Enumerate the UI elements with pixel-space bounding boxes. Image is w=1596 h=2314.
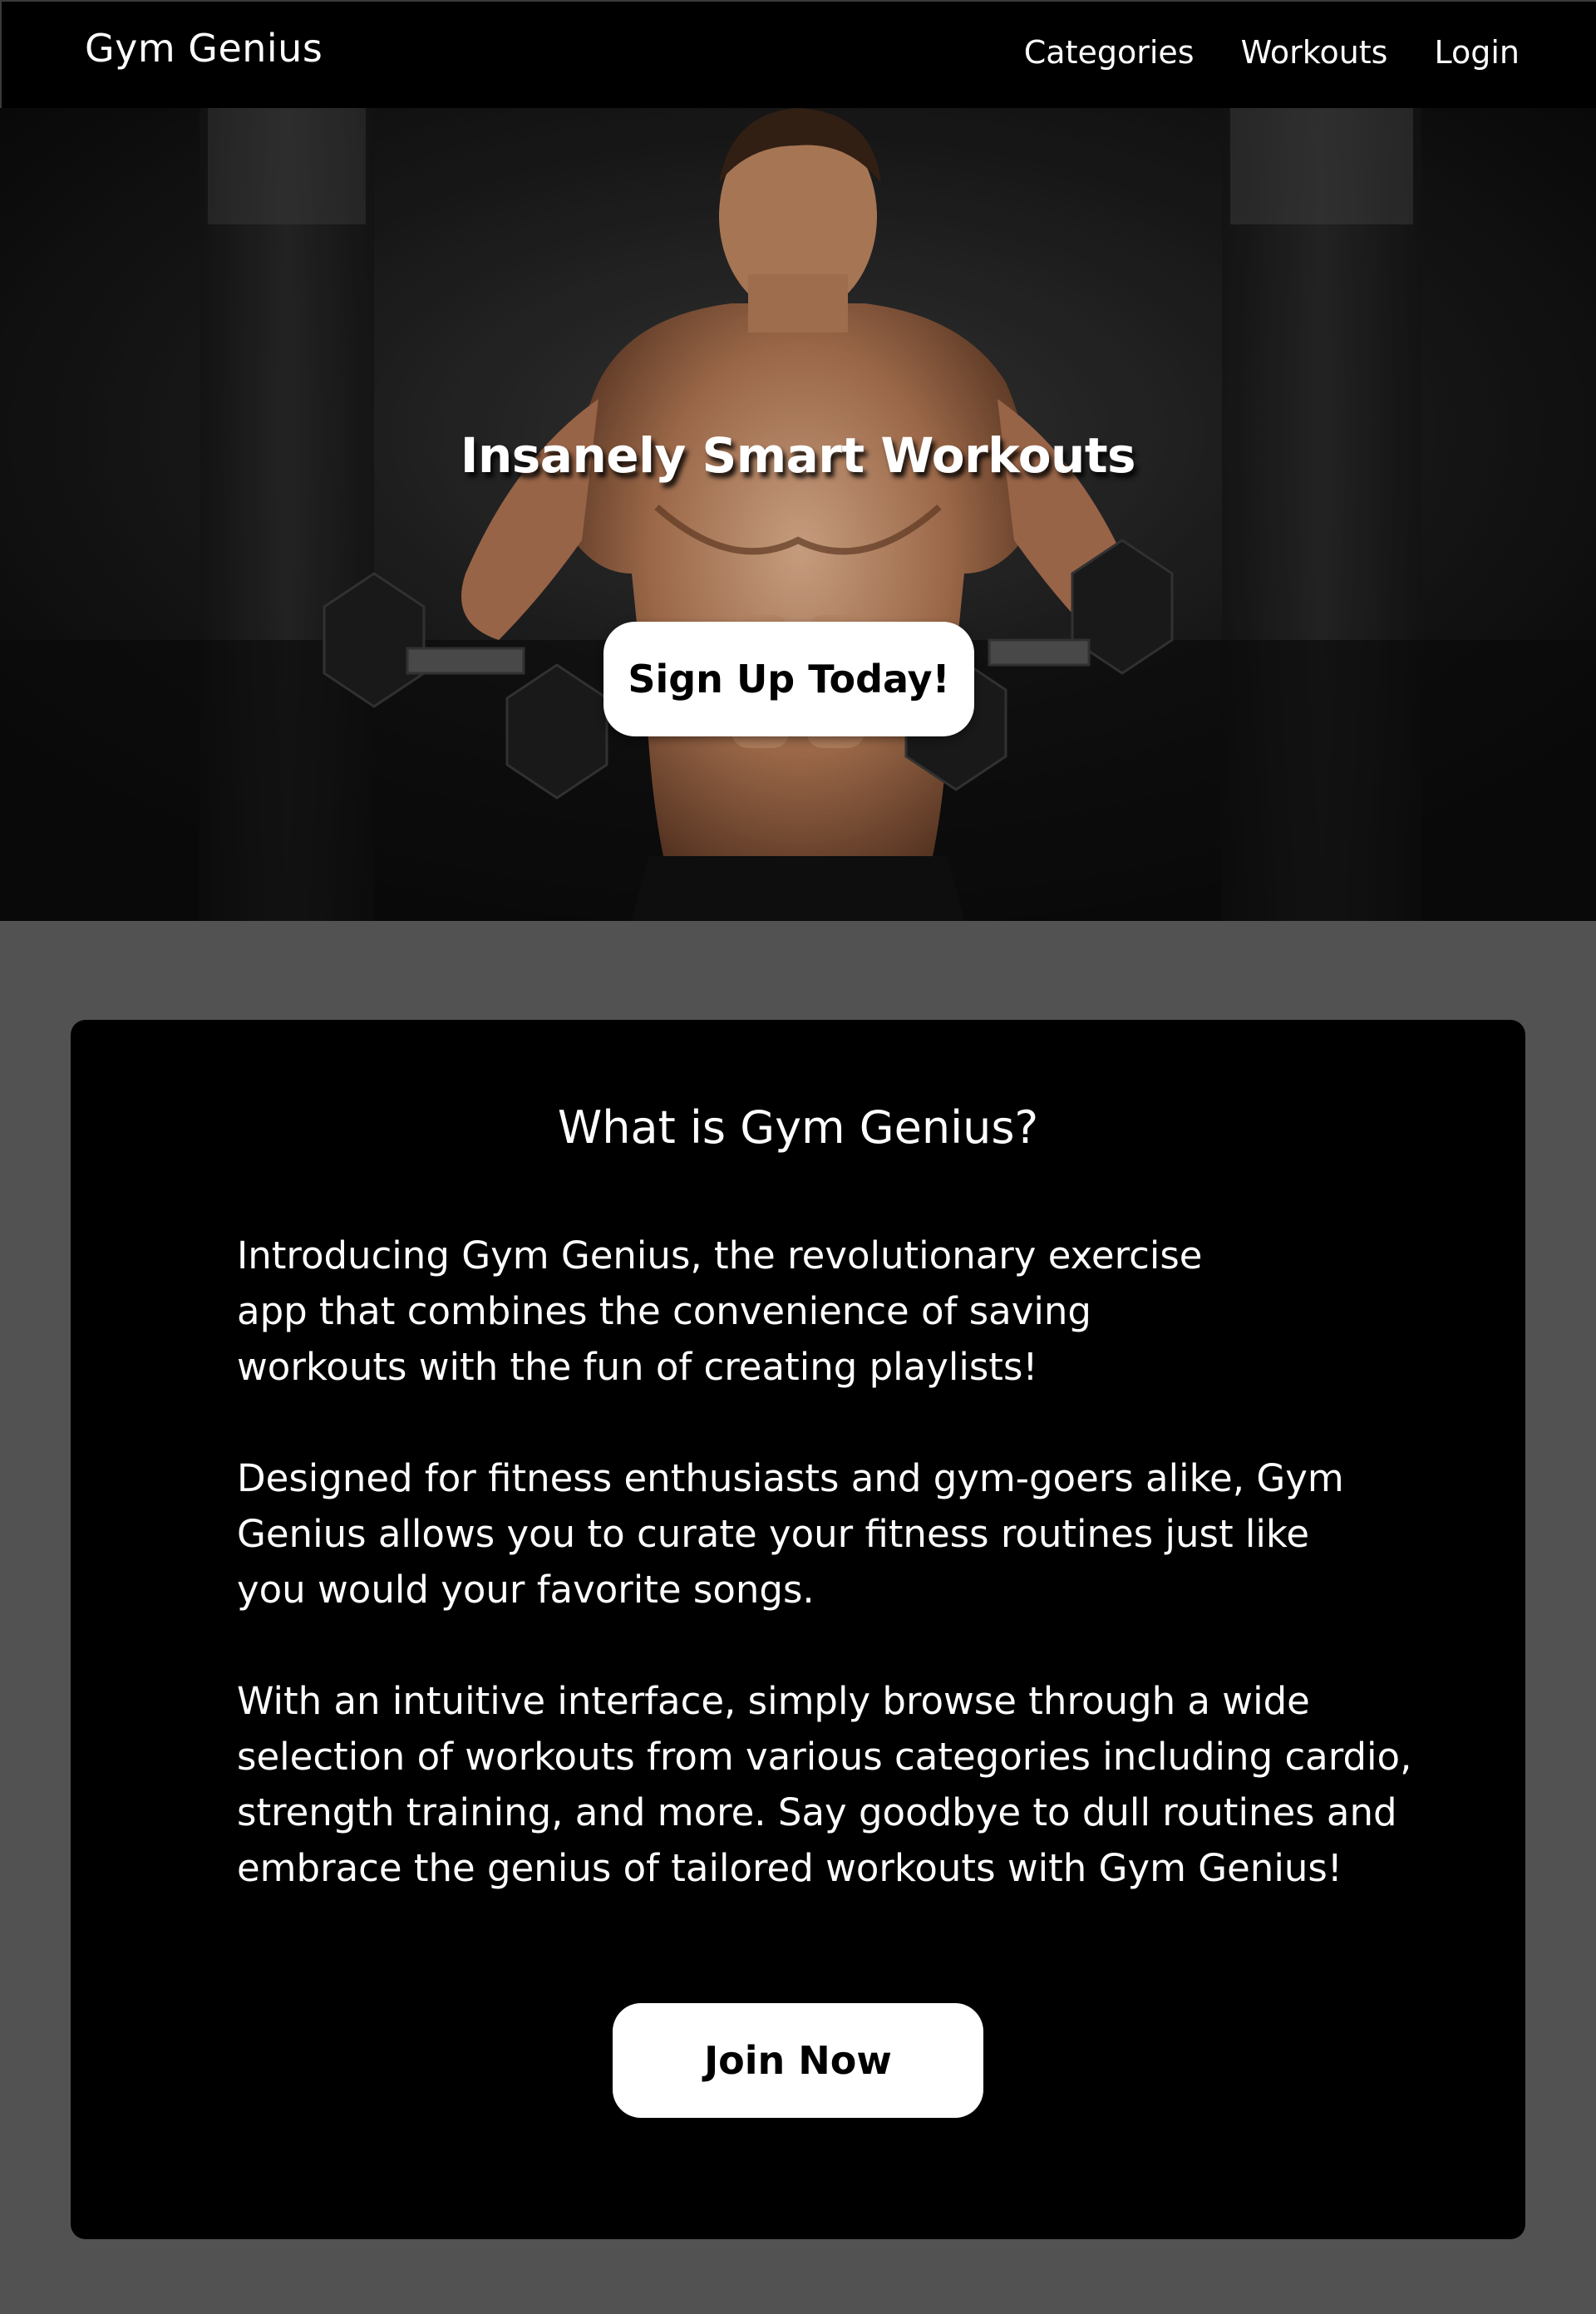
hero-title: Insanely Smart Workouts <box>460 427 1136 484</box>
navbar: Gym Genius Categories Workouts Login <box>0 0 1596 108</box>
about-paragraph-1: Introducing Gym Genius, the revolutionar… <box>237 1233 1203 1389</box>
nav-links: Categories Workouts Login <box>1024 32 1520 73</box>
sign-up-button[interactable]: Sign Up Today! <box>603 622 974 736</box>
hero-image <box>0 108 1596 921</box>
brand-logo[interactable]: Gym Genius <box>85 25 323 71</box>
nav-link-categories[interactable]: Categories <box>1024 32 1195 73</box>
about-body: Introducing Gym Genius, the revolutionar… <box>237 1228 1411 1952</box>
about-paragraph-2: Designed for fitness enthusiasts and gym… <box>237 1456 1344 1612</box>
hero-section: Insanely Smart Workouts Sign Up Today! <box>0 108 1596 921</box>
nav-link-workouts[interactable]: Workouts <box>1241 32 1388 73</box>
about-paragraph-3: With an intuitive interface, simply brow… <box>237 1679 1412 1890</box>
about-title: What is Gym Genius? <box>557 1101 1039 1154</box>
about-card: What is Gym Genius? Introducing Gym Geni… <box>71 1020 1525 2239</box>
join-now-button[interactable]: Join Now <box>613 2003 983 2118</box>
nav-link-login[interactable]: Login <box>1434 32 1520 73</box>
